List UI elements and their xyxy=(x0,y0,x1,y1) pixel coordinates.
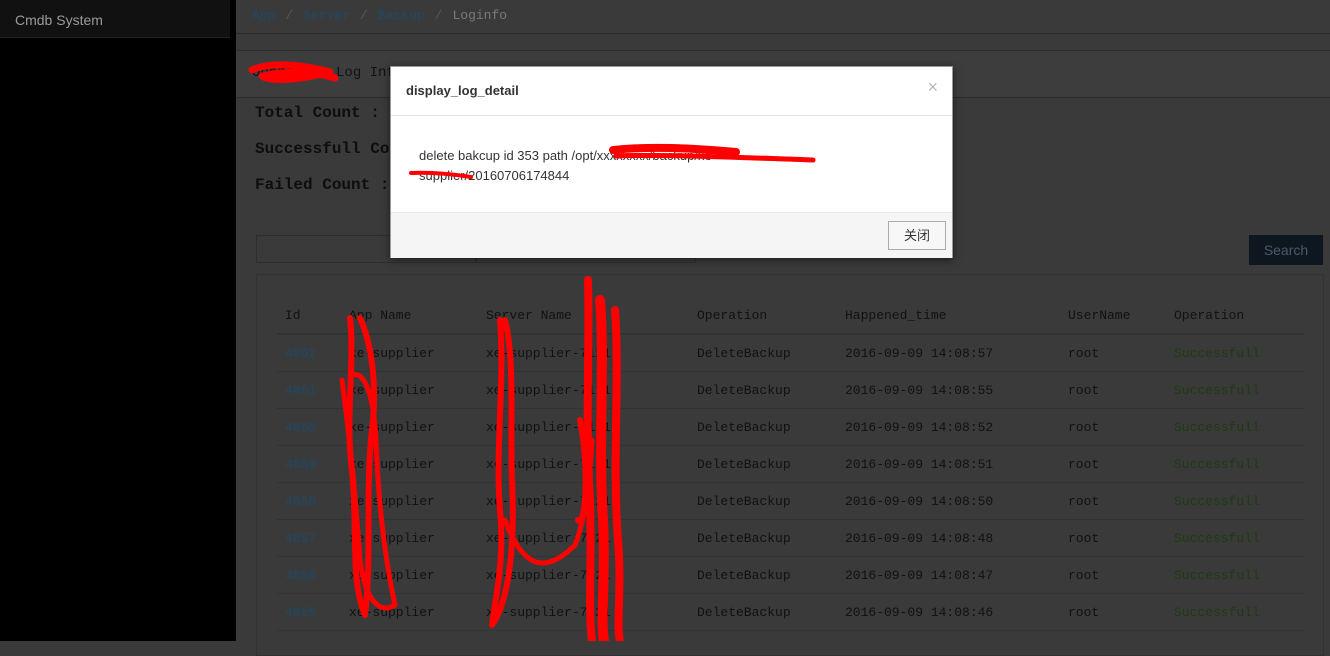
row-username: root xyxy=(1060,408,1166,446)
row-id-link[interactable]: 4857 xyxy=(277,519,341,557)
modal-header: display_log_detail × xyxy=(391,67,952,116)
brand-title[interactable]: Cmdb System xyxy=(0,0,230,38)
log-table-panel: Id App Name Server Name Operation Happen… xyxy=(256,274,1324,656)
row-username: root xyxy=(1060,519,1166,557)
close-icon[interactable]: × xyxy=(927,77,938,98)
row-operation: DeleteBackup xyxy=(689,556,837,594)
modal-redaction-scribbles xyxy=(409,143,816,179)
table-header-row: Id App Name Server Name Operation Happen… xyxy=(277,297,1304,335)
row-id-link[interactable]: 4859 xyxy=(277,445,341,483)
row-server-name: xe-supplier-7121 xyxy=(478,556,689,594)
row-id-link[interactable]: 4860 xyxy=(277,408,341,446)
row-happened-time: 2016-09-09 14:08:55 xyxy=(837,371,1060,409)
table-row: 4857 xe-supplier xe-supplier-7121 DeleteBac… xyxy=(277,519,1304,557)
panel-title: Operation Log Info xyxy=(252,65,404,81)
row-server-name: xe-supplier-7121 xyxy=(478,408,689,446)
row-operation: DeleteBackup xyxy=(689,371,837,409)
col-app-name: App Name xyxy=(341,297,478,335)
row-server-name: xe-supplier-7121 xyxy=(478,371,689,409)
col-server-name: Server Name xyxy=(478,297,689,335)
table-row: 4861 xe-supplier xe-supplier-7121 DeleteBac… xyxy=(277,371,1304,409)
row-happened-time: 2016-09-09 14:08:47 xyxy=(837,556,1060,594)
row-app-name: xe-supplier xyxy=(341,334,478,372)
row-username: root xyxy=(1060,334,1166,372)
col-status: Operation xyxy=(1166,297,1304,335)
row-username: root xyxy=(1060,556,1166,594)
row-id-link[interactable]: 4861 xyxy=(277,371,341,409)
row-username: root xyxy=(1060,482,1166,520)
table-row: 4860 xe-supplier xe-supplier-7121 DeleteBac… xyxy=(277,408,1304,446)
modal-footer: 关闭 xyxy=(391,212,952,258)
breadcrumb-app[interactable]: App xyxy=(252,8,275,23)
row-app-name: xe-supplier xyxy=(341,593,478,631)
col-happened-time: Happened_time xyxy=(837,297,1060,335)
table-row: 4862 xe-supplier xe-supplier-7121 DeleteBac… xyxy=(277,334,1304,372)
row-app-name: xe-supplier xyxy=(341,371,478,409)
row-app-name: xe-supplier xyxy=(341,556,478,594)
breadcrumb-active: Loginfo xyxy=(452,8,508,23)
row-username: root xyxy=(1060,445,1166,483)
row-server-name: xe-supplier-7121 xyxy=(478,445,689,483)
row-app-name: xe-supplier xyxy=(341,408,478,446)
row-status: Successfull xyxy=(1166,593,1304,631)
table-row: 4856 xe-supplier xe-supplier-7121 DeleteBac… xyxy=(277,556,1304,594)
row-app-name: xe-supplier xyxy=(341,482,478,520)
row-happened-time: 2016-09-09 14:08:46 xyxy=(837,593,1060,631)
row-username: root xyxy=(1060,593,1166,631)
row-app-name: xe-supplier xyxy=(341,519,478,557)
row-server-name: xe-supplier-7121 xyxy=(478,334,689,372)
row-status: Successfull xyxy=(1166,408,1304,446)
breadcrumb: App / Server / Backup / Loginfo xyxy=(236,0,1330,34)
sidebar: Cmdb System xyxy=(0,0,236,641)
row-app-name: xe-supplier xyxy=(341,445,478,483)
row-happened-time: 2016-09-09 14:08:51 xyxy=(837,445,1060,483)
row-happened-time: 2016-09-09 14:08:57 xyxy=(837,334,1060,372)
table-row: 4855 xe-supplier xe-supplier-7121 DeleteBac… xyxy=(277,593,1304,631)
breadcrumb-backup[interactable]: Backup xyxy=(378,8,425,23)
breadcrumb-server[interactable]: Server xyxy=(303,8,350,23)
table-row: 4859 xe-supplier xe-supplier-7121 DeleteBac… xyxy=(277,445,1304,483)
modal-title: display_log_detail xyxy=(406,83,519,98)
row-operation: DeleteBackup xyxy=(689,593,837,631)
row-operation: DeleteBackup xyxy=(689,519,837,557)
modal-body: delete bakcup id 353 path /opt/xxxxxxxx/… xyxy=(391,116,952,211)
row-happened-time: 2016-09-09 14:08:52 xyxy=(837,408,1060,446)
search-button[interactable]: Search xyxy=(1249,235,1323,265)
col-username: UserName xyxy=(1060,297,1166,335)
row-status: Successfull xyxy=(1166,371,1304,409)
row-username: root xyxy=(1060,371,1166,409)
log-detail-modal: display_log_detail × delete bakcup id 35… xyxy=(390,66,953,258)
row-operation: DeleteBackup xyxy=(689,482,837,520)
close-button[interactable]: 关闭 xyxy=(888,221,946,250)
row-operation: DeleteBackup xyxy=(689,334,837,372)
log-table: Id App Name Server Name Operation Happen… xyxy=(277,297,1304,631)
row-happened-time: 2016-09-09 14:08:48 xyxy=(837,519,1060,557)
row-happened-time: 2016-09-09 14:08:50 xyxy=(837,482,1060,520)
row-status: Successfull xyxy=(1166,482,1304,520)
col-id: Id xyxy=(277,297,341,335)
row-id-link[interactable]: 4862 xyxy=(277,334,341,372)
row-status: Successfull xyxy=(1166,556,1304,594)
row-operation: DeleteBackup xyxy=(689,408,837,446)
col-operation: Operation xyxy=(689,297,837,335)
row-id-link[interactable]: 4855 xyxy=(277,593,341,631)
row-status: Successfull xyxy=(1166,519,1304,557)
row-operation: DeleteBackup xyxy=(689,445,837,483)
row-id-link[interactable]: 4856 xyxy=(277,556,341,594)
row-server-name: xe-supplier-7121 xyxy=(478,519,689,557)
row-status: Successfull xyxy=(1166,334,1304,372)
row-server-name: xe-supplier-7121 xyxy=(478,482,689,520)
row-status: Successfull xyxy=(1166,445,1304,483)
row-server-name: xe-supplier-7121 xyxy=(478,593,689,631)
table-row: 4858 xe-supplier xe-supplier-7121 DeleteBac… xyxy=(277,482,1304,520)
row-id-link[interactable]: 4858 xyxy=(277,482,341,520)
